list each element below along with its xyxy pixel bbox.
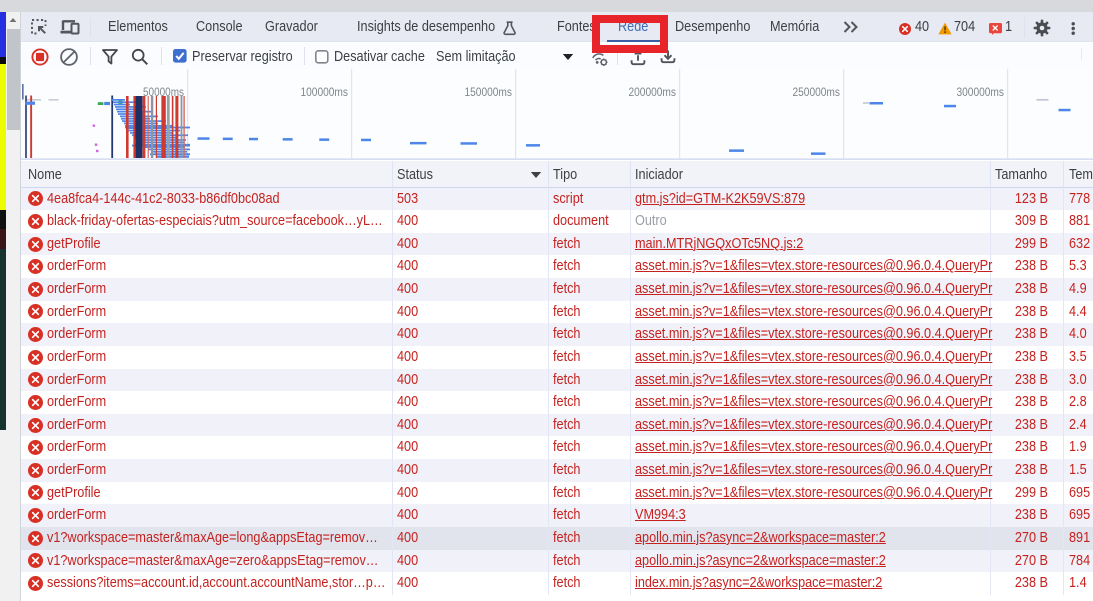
svg-text:300000ms: 300000ms (957, 85, 1005, 99)
svg-text:150000ms: 150000ms (465, 85, 513, 99)
svg-text:250000ms: 250000ms (793, 85, 841, 99)
svg-text:100000ms: 100000ms (301, 85, 349, 99)
svg-text:200000ms: 200000ms (629, 85, 677, 99)
